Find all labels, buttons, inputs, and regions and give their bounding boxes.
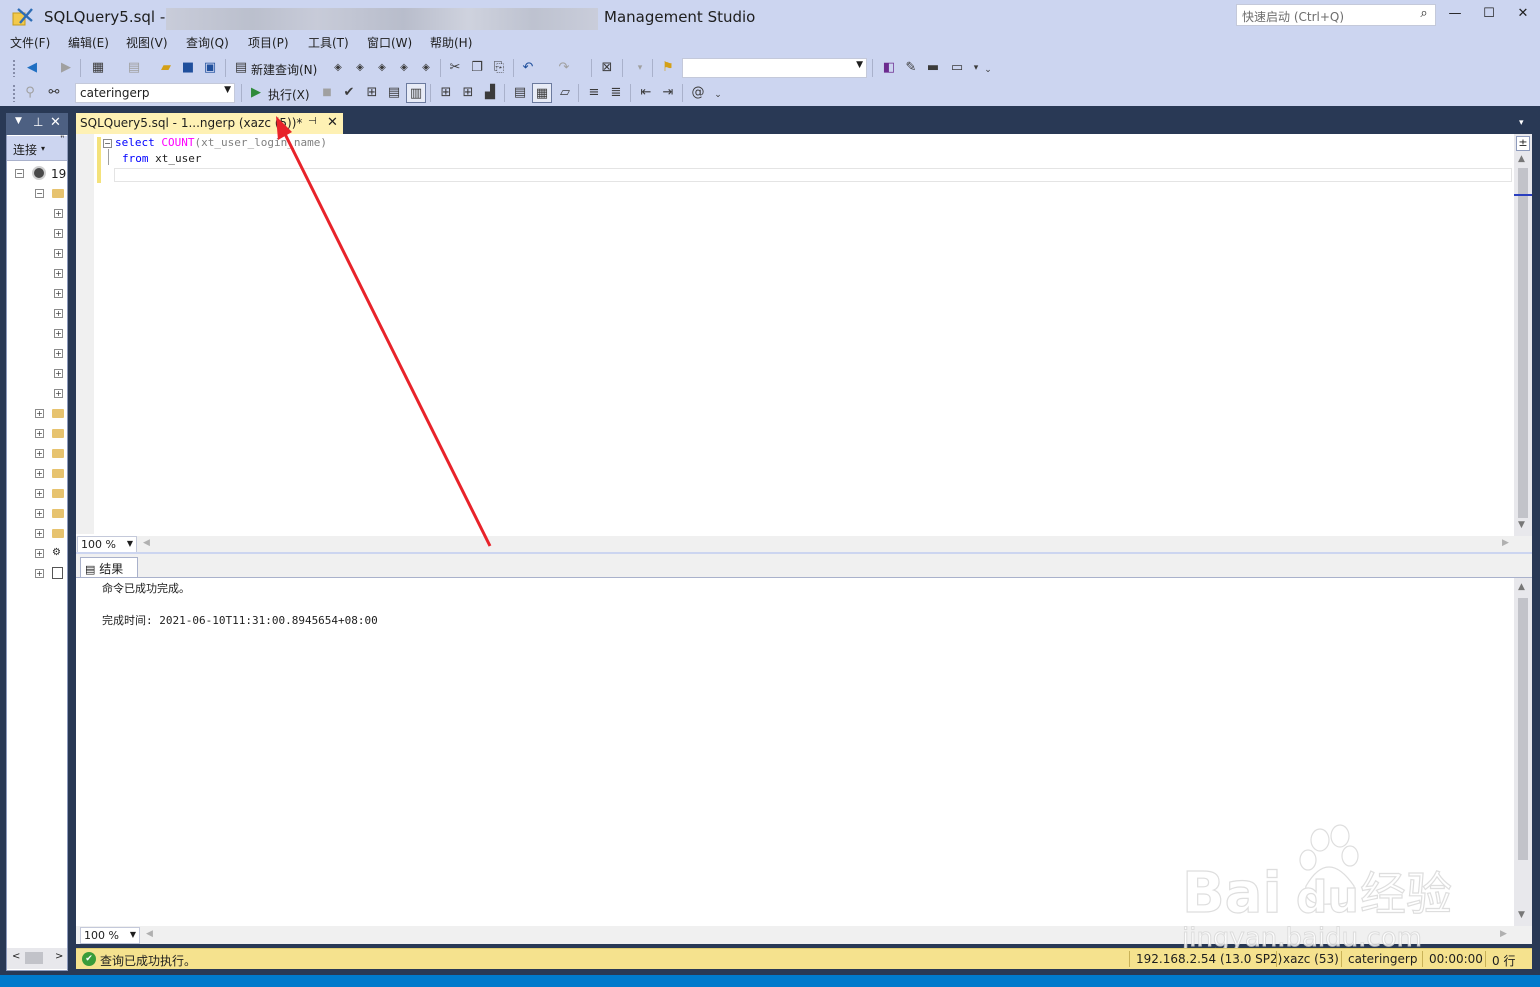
annotation-arrow bbox=[276, 116, 492, 547]
